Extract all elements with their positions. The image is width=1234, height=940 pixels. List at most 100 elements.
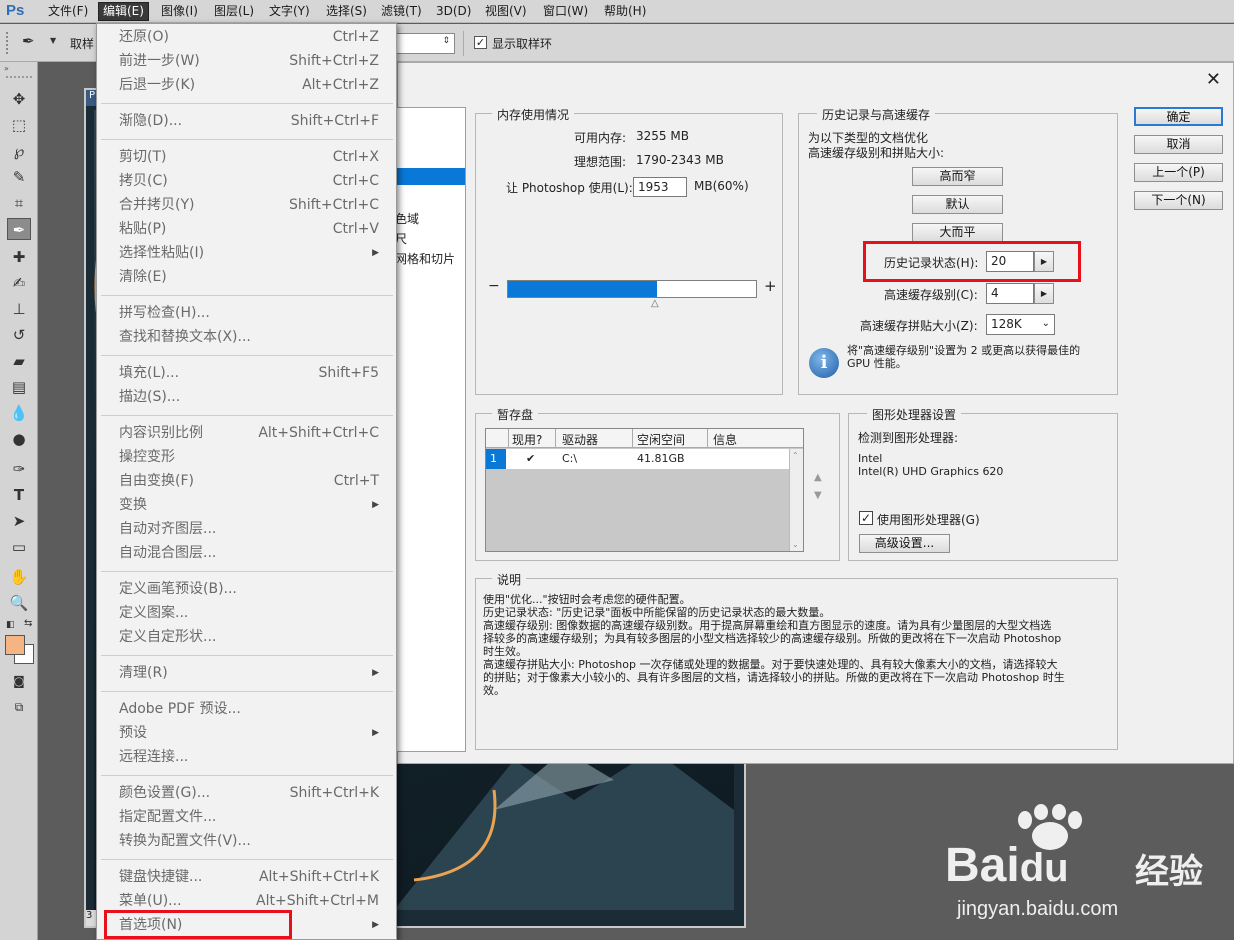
edit-menu-item[interactable]: 填充(L)... Shift+F5 bbox=[119, 362, 385, 384]
crop-tool-icon[interactable]: ⌗ bbox=[7, 192, 31, 214]
edit-menu-item[interactable]: 描边(S)... bbox=[119, 386, 385, 408]
category-list[interactable]: 色域 尺 网格和切片 bbox=[395, 107, 466, 752]
history-brush-tool-icon[interactable]: ↺ bbox=[7, 324, 31, 346]
collapse-tools-icon[interactable]: » bbox=[4, 64, 9, 73]
eyedropper-tool-icon[interactable]: ✒ bbox=[7, 218, 31, 240]
clone-stamp-tool-icon[interactable]: ⊥ bbox=[7, 298, 31, 320]
edit-menu-item[interactable]: 变换 ▶ bbox=[119, 494, 385, 516]
edit-menu-item[interactable]: 定义画笔预设(B)... bbox=[119, 578, 385, 600]
memory-increase-icon[interactable]: + bbox=[764, 277, 777, 295]
table-row[interactable]: 1 ✔ C:\ 41.81GB bbox=[486, 449, 789, 469]
column-header-drive[interactable]: 驱动器 bbox=[562, 431, 598, 448]
edit-menu-item[interactable]: 清理(R) ▶ bbox=[119, 662, 385, 684]
healing-brush-tool-icon[interactable]: ✚ bbox=[7, 246, 31, 268]
hand-tool-icon[interactable]: ✋ bbox=[7, 566, 31, 588]
category-selected-row[interactable] bbox=[397, 168, 465, 185]
edit-menu-item[interactable]: 内容识别比例 Alt+Shift+Ctrl+C bbox=[119, 422, 385, 444]
gradient-tool-icon[interactable]: ▤ bbox=[7, 376, 31, 398]
edit-menu-item[interactable]: 合并拷贝(Y) Shift+Ctrl+C bbox=[119, 194, 385, 216]
cache-levels-stepper-icon[interactable]: ▶ bbox=[1034, 283, 1054, 304]
edit-menu-item[interactable]: 清除(E) bbox=[119, 266, 385, 288]
edit-menu-item[interactable]: 转换为配置文件(V)... bbox=[119, 830, 385, 852]
edit-menu-item[interactable]: 定义自定形状... bbox=[119, 626, 385, 648]
ok-button[interactable]: 确定 bbox=[1134, 107, 1223, 126]
type-tool-icon[interactable]: T bbox=[7, 484, 31, 506]
edit-menu-item[interactable]: 指定配置文件... bbox=[119, 806, 385, 828]
edit-menu-item[interactable]: 拷贝(C) Ctrl+C bbox=[119, 170, 385, 192]
menu-2[interactable]: 图像(I) bbox=[157, 3, 202, 20]
edit-menu-item[interactable]: 选择性粘贴(I) ▶ bbox=[119, 242, 385, 264]
edit-menu-item[interactable]: 还原(O) Ctrl+Z bbox=[119, 26, 385, 48]
edit-menu-item[interactable]: 定义图案... bbox=[119, 602, 385, 624]
sample-dropdown[interactable]: ⇕ bbox=[395, 33, 455, 54]
menu-8[interactable]: 视图(V) bbox=[481, 3, 531, 20]
dialog-close-icon[interactable]: ✕ bbox=[1206, 69, 1221, 90]
quick-mask-icon[interactable]: ◙ bbox=[7, 670, 31, 692]
preset-dropdown-arrow[interactable]: ▼ bbox=[50, 36, 56, 45]
category-item[interactable]: 色域 bbox=[395, 210, 419, 227]
history-states-input[interactable]: 20 bbox=[986, 251, 1034, 272]
menu-0[interactable]: 文件(F) bbox=[44, 3, 92, 20]
previous-button[interactable]: 上一个(P) bbox=[1134, 163, 1223, 182]
edit-menu-item[interactable]: 键盘快捷键... Alt+Shift+Ctrl+K bbox=[119, 866, 385, 888]
rectangle-tool-icon[interactable]: ▭ bbox=[7, 536, 31, 558]
show-ring-checkbox[interactable]: ✓ bbox=[474, 36, 487, 49]
blur-tool-icon[interactable]: 💧 bbox=[7, 402, 31, 424]
path-select-tool-icon[interactable]: ➤ bbox=[7, 510, 31, 532]
edit-menu-item[interactable]: Adobe PDF 预设... bbox=[119, 698, 385, 720]
edit-menu-item[interactable]: 自动对齐图层... bbox=[119, 518, 385, 540]
menu-6[interactable]: 滤镜(T) bbox=[377, 3, 426, 20]
tile-size-select[interactable]: 128K ⌄ bbox=[986, 314, 1055, 335]
column-header-active[interactable]: 现用? bbox=[512, 431, 542, 448]
scroll-up-icon[interactable]: ⌃ bbox=[792, 451, 799, 460]
edit-menu-item[interactable]: 粘贴(P) Ctrl+V bbox=[119, 218, 385, 240]
foreground-color-swatch[interactable] bbox=[5, 635, 25, 655]
next-button[interactable]: 下一个(N) bbox=[1134, 191, 1223, 210]
big-flat-button[interactable]: 大而平 bbox=[912, 223, 1003, 242]
memory-decrease-icon[interactable]: − bbox=[488, 278, 500, 294]
edit-menu-item[interactable]: 渐隐(D)... Shift+Ctrl+F bbox=[119, 110, 385, 132]
column-header-free-space[interactable]: 空闲空间 bbox=[637, 431, 685, 448]
edit-menu-item[interactable]: 后退一步(K) Alt+Ctrl+Z bbox=[119, 74, 385, 96]
eyedropper-preset-icon[interactable]: ✒ bbox=[22, 32, 46, 54]
table-scrollbar[interactable]: ⌃ ⌄ bbox=[789, 449, 803, 551]
edit-menu-item[interactable]: 操控变形 bbox=[119, 446, 385, 468]
cancel-button[interactable]: 取消 bbox=[1134, 135, 1223, 154]
menu-9[interactable]: 窗口(W) bbox=[539, 3, 592, 20]
scratch-disks-table[interactable]: 现用? 驱动器 空闲空间 信息 1 ✔ C:\ 41.81GB ⌃ ⌄ bbox=[485, 428, 804, 552]
menu-10[interactable]: 帮助(H) bbox=[600, 3, 650, 20]
edit-menu-item[interactable]: 自由变换(F) Ctrl+T bbox=[119, 470, 385, 492]
column-header-info[interactable]: 信息 bbox=[713, 431, 737, 448]
menu-7[interactable]: 3D(D) bbox=[432, 3, 475, 20]
move-tool-icon[interactable]: ✥ bbox=[7, 88, 31, 110]
eraser-tool-icon[interactable]: ▰ bbox=[7, 350, 31, 372]
cache-levels-input[interactable]: 4 bbox=[986, 283, 1034, 304]
scroll-down-icon[interactable]: ⌄ bbox=[792, 540, 799, 549]
edit-menu-item[interactable]: 预设 ▶ bbox=[119, 722, 385, 744]
pen-tool-icon[interactable]: ✑ bbox=[7, 458, 31, 480]
history-states-stepper-icon[interactable]: ▶ bbox=[1034, 251, 1054, 272]
lasso-tool-icon[interactable]: ℘ bbox=[7, 140, 31, 162]
category-item[interactable]: 网格和切片 bbox=[395, 250, 455, 267]
edit-menu-item[interactable]: 颜色设置(G)... Shift+Ctrl+K bbox=[119, 782, 385, 804]
move-down-icon[interactable]: ▼ bbox=[814, 490, 822, 501]
edit-menu-item[interactable]: 前进一步(W) Shift+Ctrl+Z bbox=[119, 50, 385, 72]
advanced-settings-button[interactable]: 高级设置... bbox=[859, 534, 950, 553]
marquee-tool-icon[interactable]: ⬚ bbox=[7, 114, 31, 136]
zoom-tool-icon[interactable]: 🔍 bbox=[7, 592, 31, 614]
photoshop-use-input[interactable]: 1953 bbox=[633, 177, 687, 197]
edit-menu-item[interactable]: 查找和替换文本(X)... bbox=[119, 326, 385, 348]
move-up-icon[interactable]: ▲ bbox=[814, 472, 822, 483]
menu-3[interactable]: 图层(L) bbox=[210, 3, 258, 20]
edit-menu-item[interactable]: 拼写检查(H)... bbox=[119, 302, 385, 324]
default-colors-icon[interactable]: ◧ bbox=[6, 620, 15, 630]
memory-slider-track[interactable] bbox=[507, 280, 757, 298]
edit-menu-item[interactable]: 菜单(U)... Alt+Shift+Ctrl+M bbox=[119, 890, 385, 912]
dodge-tool-icon[interactable]: ● bbox=[7, 428, 31, 450]
use-gpu-checkbox[interactable]: ✓ bbox=[859, 511, 873, 525]
menu-1[interactable]: 编辑(E) bbox=[98, 2, 149, 21]
edit-menu-item[interactable]: 剪切(T) Ctrl+X bbox=[119, 146, 385, 168]
default-button[interactable]: 默认 bbox=[912, 195, 1003, 214]
edit-menu-item[interactable]: 自动混合图层... bbox=[119, 542, 385, 564]
brush-tool-icon[interactable]: ✍ bbox=[7, 272, 31, 294]
